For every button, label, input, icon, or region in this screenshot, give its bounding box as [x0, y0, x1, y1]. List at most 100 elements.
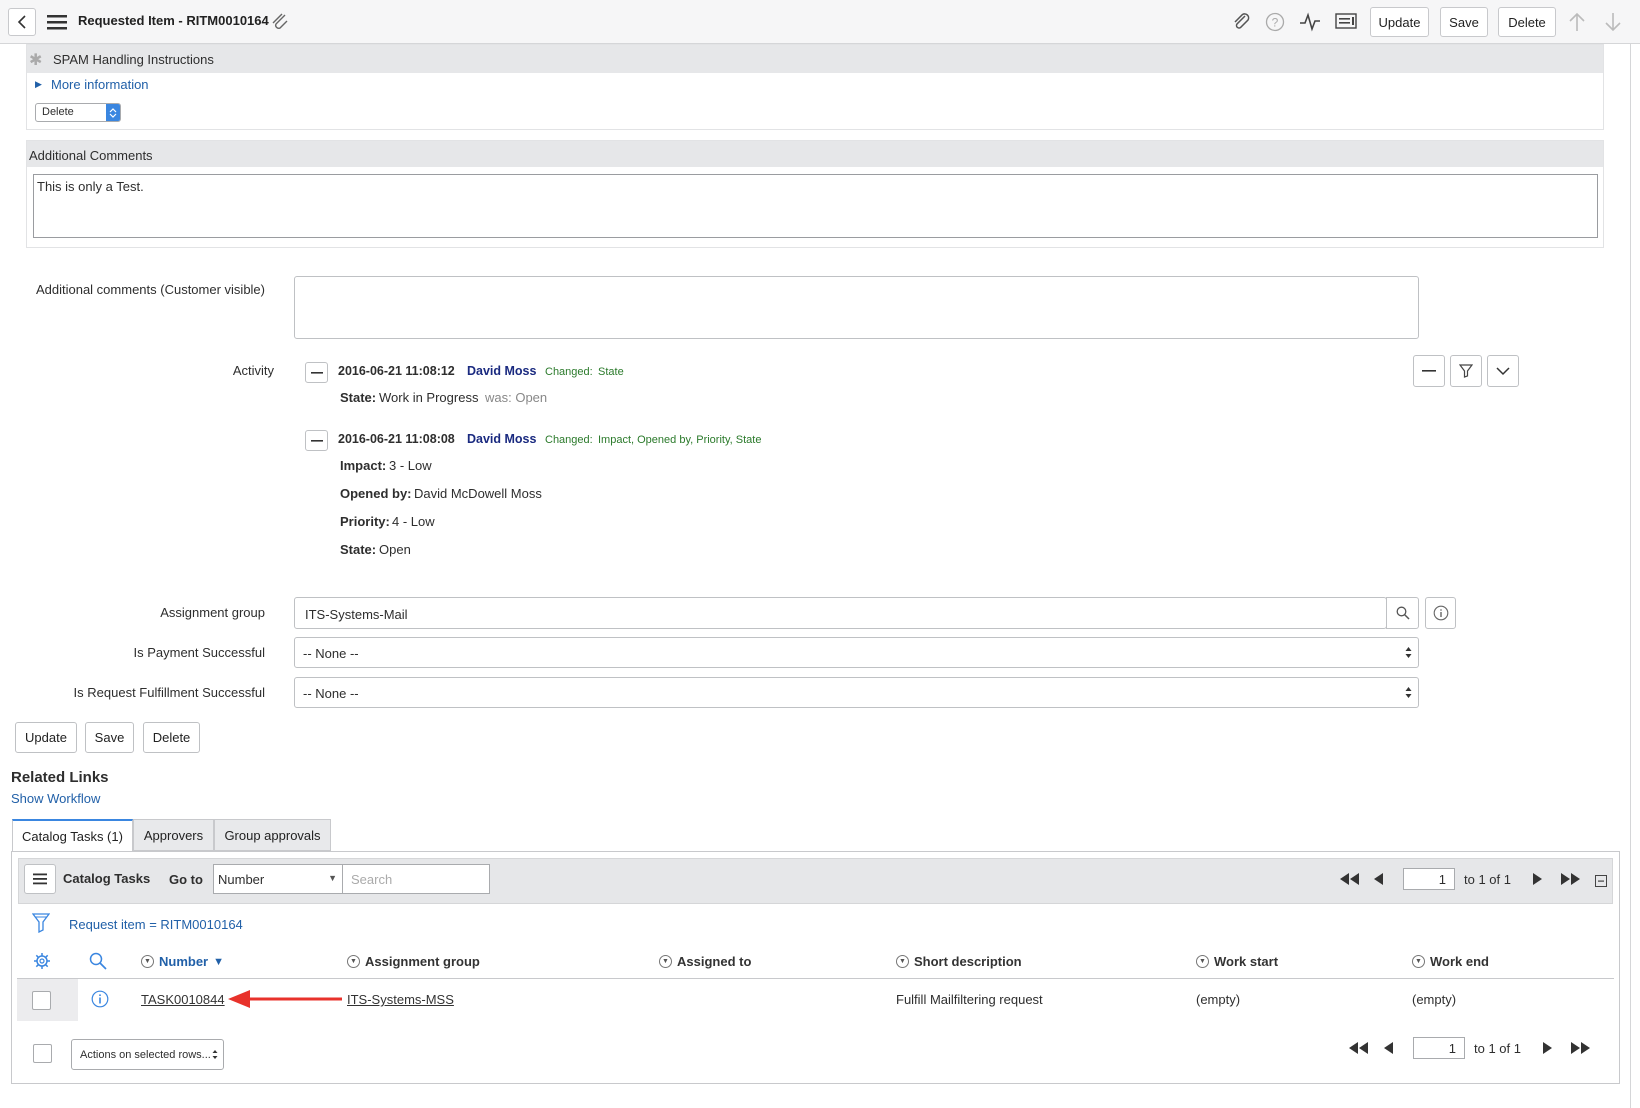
search-icon[interactable]	[88, 951, 108, 971]
next-page-icon[interactable]	[1530, 871, 1546, 887]
column-header-assignment-group[interactable]: ▼ Assignment group	[347, 954, 480, 969]
collapse-list-icon[interactable]	[1594, 874, 1608, 888]
save-button[interactable]: Save	[1440, 7, 1488, 37]
arrow-up-icon[interactable]	[1566, 11, 1588, 33]
page-number-input[interactable]: 1	[1403, 868, 1455, 890]
fulfillment-successful-select[interactable]: -- None --	[294, 677, 1419, 708]
filter-icon[interactable]	[31, 912, 51, 934]
select-arrows-icon	[212, 1049, 218, 1060]
activity-user: David Moss	[467, 432, 537, 446]
previous-page-icon[interactable]	[1380, 1040, 1396, 1056]
activity-label: Activity	[232, 363, 274, 378]
bottom-page-number-input[interactable]: 1	[1413, 1037, 1465, 1059]
column-menu-icon[interactable]: ▼	[1412, 955, 1425, 968]
attachment-tag-icon[interactable]	[268, 11, 290, 33]
activity-timestamp: 2016-06-21 11:08:12	[338, 364, 455, 378]
hamburger-menu-icon	[33, 873, 47, 885]
filter-breadcrumb[interactable]: Request item = RITM0010164	[69, 917, 243, 932]
assignment-group-value: ITS-Systems-Mail	[305, 607, 408, 622]
column-menu-icon[interactable]: ▼	[896, 955, 909, 968]
first-page-icon[interactable]	[1345, 1040, 1371, 1056]
collapse-entry-button[interactable]	[305, 430, 328, 451]
activity-expand-button[interactable]	[1487, 355, 1519, 387]
show-workflow-link[interactable]: Show Workflow	[11, 791, 100, 806]
tab-approvers[interactable]: Approvers	[133, 819, 214, 851]
activity-changed-fields: Impact, Opened by, Priority, State	[598, 434, 762, 446]
goto-field-select[interactable]: Number ▼	[213, 864, 343, 894]
assignment-group-link[interactable]: ITS-Systems-MSS	[347, 992, 454, 1007]
goto-field-value: Number	[218, 872, 265, 887]
list-context-menu-button[interactable]	[24, 864, 56, 894]
column-header-number[interactable]: ▼ Number ▼	[141, 954, 224, 969]
triangle-right-icon[interactable]: ▶	[35, 79, 42, 90]
help-icon[interactable]: ?	[1264, 11, 1286, 33]
payment-successful-select[interactable]: -- None --	[294, 637, 1419, 668]
work-end-cell: (empty)	[1412, 992, 1457, 1007]
collapse-all-button[interactable]	[1413, 355, 1445, 387]
form-settings-icon[interactable]	[1334, 11, 1358, 33]
update-button[interactable]: Update	[15, 722, 77, 753]
activity-field-name: Priority:	[340, 514, 390, 529]
caret-down-icon: ▼	[328, 873, 337, 883]
spam-select[interactable]: Delete	[35, 103, 121, 122]
arrow-down-icon[interactable]	[1602, 11, 1624, 33]
paperclip-icon[interactable]	[1230, 11, 1252, 33]
assignment-group-input[interactable]: ITS-Systems-Mail	[294, 597, 1387, 629]
chevron-left-icon	[17, 15, 27, 29]
column-label: Work end	[1430, 954, 1489, 969]
activity-field-name: State:	[340, 390, 377, 405]
tab-catalog-tasks[interactable]: Catalog Tasks (1)	[12, 819, 133, 852]
fulfillment-successful-value: -- None --	[303, 686, 359, 701]
short-description-cell: Fulfill Mailfiltering request	[896, 992, 1043, 1007]
column-menu-icon[interactable]: ▼	[141, 955, 154, 968]
previous-page-icon[interactable]	[1370, 871, 1386, 887]
gear-icon[interactable]	[32, 951, 52, 971]
column-header-work-start[interactable]: ▼ Work start	[1196, 954, 1278, 969]
activity-pulse-icon[interactable]	[1298, 11, 1322, 33]
delete-button[interactable]: Delete	[143, 722, 200, 753]
bottom-page-count-text: to 1 of 1	[1474, 1041, 1521, 1056]
select-arrows-icon	[1405, 646, 1412, 659]
hamburger-menu-icon[interactable]	[46, 12, 68, 32]
last-page-icon[interactable]	[1568, 1040, 1594, 1056]
back-button[interactable]	[8, 8, 36, 36]
spam-select-value: Delete	[42, 106, 74, 118]
last-page-icon[interactable]	[1558, 871, 1584, 887]
column-header-assigned-to[interactable]: ▼ Assigned to	[659, 954, 751, 969]
column-header-work-end[interactable]: ▼ Work end	[1412, 954, 1489, 969]
next-page-icon[interactable]	[1540, 1040, 1556, 1056]
task-number-link[interactable]: TASK0010844	[141, 992, 225, 1007]
customer-comments-input[interactable]	[294, 276, 1419, 339]
first-page-icon[interactable]	[1336, 871, 1362, 887]
spam-section: ✱ SPAM Handling Instructions ▶ More info…	[26, 44, 1604, 130]
column-header-short-description[interactable]: ▼ Short description	[896, 954, 1022, 969]
assignment-group-info-button[interactable]	[1425, 597, 1456, 629]
minus-icon	[310, 439, 323, 442]
select-all-checkbox[interactable]	[33, 1044, 52, 1063]
customer-comments-label: Additional comments (Customer visible)	[35, 282, 265, 297]
select-arrows-icon	[1405, 686, 1412, 699]
update-button[interactable]: Update	[1370, 7, 1429, 37]
column-menu-icon[interactable]: ▼	[347, 955, 360, 968]
tab-group-approvals[interactable]: Group approvals	[214, 819, 331, 851]
assignment-group-lookup-button[interactable]	[1386, 597, 1419, 629]
column-label: Assignment group	[365, 954, 480, 969]
info-icon[interactable]	[90, 989, 110, 1009]
delete-button[interactable]: Delete	[1498, 7, 1556, 37]
additional-comments-textarea[interactable]: This is only a Test.	[33, 174, 1598, 238]
column-label: Short description	[914, 954, 1022, 969]
minus-icon	[310, 371, 323, 374]
more-information-link[interactable]: More information	[51, 77, 149, 92]
actions-select[interactable]: Actions on selected rows...	[71, 1039, 224, 1070]
asterisk-icon: ✱	[29, 52, 43, 69]
activity-filter-button[interactable]	[1450, 355, 1482, 387]
list-search-input[interactable]: Search	[342, 864, 490, 894]
save-button[interactable]: Save	[85, 722, 134, 753]
activity-changed-fields: State	[598, 366, 624, 378]
row-checkbox[interactable]	[32, 991, 51, 1010]
column-label: Assigned to	[677, 954, 752, 969]
column-menu-icon[interactable]: ▼	[1196, 955, 1209, 968]
activity-field-value: David McDowell Moss	[414, 486, 542, 501]
column-menu-icon[interactable]: ▼	[659, 955, 672, 968]
collapse-entry-button[interactable]	[305, 362, 328, 383]
